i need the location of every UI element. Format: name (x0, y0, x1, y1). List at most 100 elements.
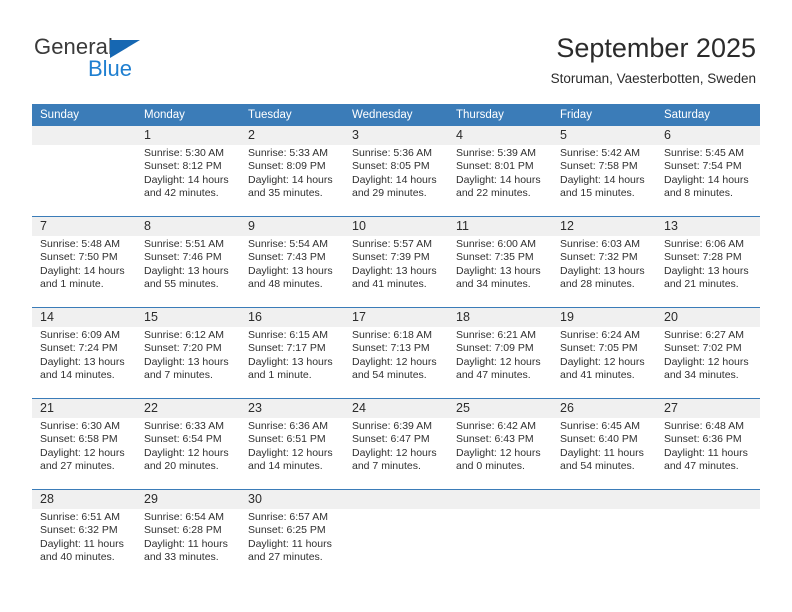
day-number[interactable]: 3 (344, 126, 448, 145)
day-cell[interactable]: Sunrise: 5:48 AM Sunset: 7:50 PM Daylight:… (32, 236, 136, 307)
day-number[interactable]: 15 (136, 308, 240, 327)
sunrise-text: Sunrise: 6:09 AM (40, 329, 120, 341)
day-number[interactable]: 29 (136, 490, 240, 509)
sunset-text: Sunset: 7:43 PM (248, 251, 326, 264)
day-number[interactable]: 5 (552, 126, 656, 145)
sunset-text: Sunset: 6:40 PM (560, 433, 638, 446)
daylight-minutes-text: and 28 minutes. (560, 278, 635, 291)
day-number[interactable]: 21 (32, 399, 136, 418)
day-cell[interactable]: Sunrise: 6:00 AM Sunset: 7:35 PM Daylight:… (448, 236, 552, 307)
day-cell[interactable]: Sunrise: 5:36 AM Sunset: 8:05 PM Daylight:… (344, 145, 448, 216)
day-number[interactable]: 25 (448, 399, 552, 418)
day-cell[interactable]: Sunrise: 5:54 AM Sunset: 7:43 PM Daylight:… (240, 236, 344, 307)
day-number[interactable]: 13 (656, 217, 760, 236)
day-number[interactable]: 6 (656, 126, 760, 145)
day-cell[interactable]: Sunrise: 6:06 AM Sunset: 7:28 PM Daylight:… (656, 236, 760, 307)
day-cell[interactable]: Sunrise: 6:54 AM Sunset: 6:28 PM Daylight:… (136, 509, 240, 580)
day-number[interactable]: 26 (552, 399, 656, 418)
day-cell[interactable]: Sunrise: 6:15 AM Sunset: 7:17 PM Daylight:… (240, 327, 344, 398)
day-cell[interactable]: Sunrise: 6:18 AM Sunset: 7:13 PM Daylight:… (344, 327, 448, 398)
sunrise-text: Sunrise: 6:18 AM (352, 329, 432, 341)
day-cell[interactable]: Sunrise: 6:09 AM Sunset: 7:24 PM Daylight:… (32, 327, 136, 398)
sunrise-text: Sunrise: 6:39 AM (352, 420, 432, 432)
day-cell[interactable]: Sunrise: 6:57 AM Sunset: 6:25 PM Daylight:… (240, 509, 344, 580)
day-cell[interactable]: Sunrise: 5:57 AM Sunset: 7:39 PM Daylight:… (344, 236, 448, 307)
daylight-hours-text: Daylight: 12 hours (248, 446, 333, 459)
day-number[interactable]: 10 (344, 217, 448, 236)
day-cell[interactable]: Sunrise: 6:03 AM Sunset: 7:32 PM Daylight:… (552, 236, 656, 307)
day-cell[interactable]: Sunrise: 6:36 AM Sunset: 6:51 PM Daylight:… (240, 418, 344, 489)
day-number[interactable]: 9 (240, 217, 344, 236)
day-number[interactable]: 11 (448, 217, 552, 236)
day-number[interactable]: 4 (448, 126, 552, 145)
day-cell[interactable]: Sunrise: 6:27 AM Sunset: 7:02 PM Daylight:… (656, 327, 760, 398)
sunset-text: Sunset: 7:46 PM (144, 251, 222, 264)
daylight-minutes-text: and 1 minute. (248, 369, 312, 382)
daylight-minutes-text: and 14 minutes. (40, 369, 115, 382)
weekday-header-row: Sunday Monday Tuesday Wednesday Thursday Frid… (32, 104, 760, 126)
day-cell[interactable]: Sunrise: 6:42 AM Sunset: 6:43 PM Daylight:… (448, 418, 552, 489)
sunset-text: Sunset: 7:35 PM (456, 251, 534, 264)
calendar-week-row: 1 2 3 4 5 6 Sunrise: 5:30 AM Sunset: 8:12 PM Day… (32, 126, 760, 216)
sunrise-text: Sunrise: 6:27 AM (664, 329, 744, 341)
day-number[interactable]: 24 (344, 399, 448, 418)
daylight-hours-text: Daylight: 12 hours (560, 355, 645, 368)
day-number[interactable]: 27 (656, 399, 760, 418)
daylight-minutes-text: and 27 minutes. (248, 551, 323, 564)
day-cell[interactable]: Sunrise: 5:33 AM Sunset: 8:09 PM Daylight:… (240, 145, 344, 216)
day-cell[interactable]: Sunrise: 6:51 AM Sunset: 6:32 PM Daylight:… (32, 509, 136, 580)
day-cell[interactable]: Sunrise: 5:39 AM Sunset: 8:01 PM Daylight:… (448, 145, 552, 216)
sunrise-text: Sunrise: 6:15 AM (248, 329, 328, 341)
daylight-minutes-text: and 34 minutes. (456, 278, 531, 291)
day-number[interactable]: 20 (656, 308, 760, 327)
page-subtitle: Storuman, Vaesterbotten, Sweden (550, 71, 756, 86)
day-cell[interactable]: Sunrise: 6:39 AM Sunset: 6:47 PM Daylight:… (344, 418, 448, 489)
day-cell-empty (552, 509, 656, 580)
day-number[interactable]: 12 (552, 217, 656, 236)
daylight-hours-text: Daylight: 13 hours (144, 355, 229, 368)
day-cell[interactable]: Sunrise: 6:33 AM Sunset: 6:54 PM Daylight:… (136, 418, 240, 489)
sunset-text: Sunset: 6:51 PM (248, 433, 326, 446)
day-number[interactable]: 7 (32, 217, 136, 236)
day-cell[interactable]: Sunrise: 6:30 AM Sunset: 6:58 PM Daylight:… (32, 418, 136, 489)
day-cell[interactable]: Sunrise: 5:45 AM Sunset: 7:54 PM Daylight:… (656, 145, 760, 216)
day-cell-empty (32, 145, 136, 216)
daylight-hours-text: Daylight: 12 hours (352, 446, 437, 459)
daylight-hours-text: Daylight: 14 hours (248, 173, 333, 186)
sunset-text: Sunset: 7:24 PM (40, 342, 118, 355)
daylight-minutes-text: and 40 minutes. (40, 551, 115, 564)
sunset-text: Sunset: 6:36 PM (664, 433, 742, 446)
general-blue-logo[interactable]: General Blue (34, 34, 164, 84)
day-cell[interactable]: Sunrise: 6:12 AM Sunset: 7:20 PM Daylight:… (136, 327, 240, 398)
daylight-minutes-text: and 47 minutes. (456, 369, 531, 382)
day-cell[interactable]: Sunrise: 6:24 AM Sunset: 7:05 PM Daylight:… (552, 327, 656, 398)
sunrise-text: Sunrise: 6:45 AM (560, 420, 640, 432)
day-number[interactable]: 1 (136, 126, 240, 145)
title-block: September 2025 Storuman, Vaesterbotten, … (551, 32, 756, 89)
week-detail-band: Sunrise: 5:30 AM Sunset: 8:12 PM Daylight:… (32, 145, 760, 216)
day-cell[interactable]: Sunrise: 6:21 AM Sunset: 7:09 PM Daylight:… (448, 327, 552, 398)
day-number[interactable]: 16 (240, 308, 344, 327)
day-number[interactable]: 8 (136, 217, 240, 236)
day-number[interactable]: 14 (32, 308, 136, 327)
day-number[interactable]: 28 (32, 490, 136, 509)
day-number[interactable]: 2 (240, 126, 344, 145)
day-number[interactable]: 22 (136, 399, 240, 418)
day-number[interactable]: 30 (240, 490, 344, 509)
day-number[interactable]: 23 (240, 399, 344, 418)
day-cell[interactable]: Sunrise: 5:30 AM Sunset: 8:12 PM Daylight:… (136, 145, 240, 216)
weekday-header-wednesday: Wednesday (352, 109, 413, 121)
sunset-text: Sunset: 7:17 PM (248, 342, 326, 355)
day-cell[interactable]: Sunrise: 6:48 AM Sunset: 6:36 PM Daylight:… (656, 418, 760, 489)
daylight-hours-text: Daylight: 12 hours (456, 355, 541, 368)
day-cell[interactable]: Sunrise: 5:42 AM Sunset: 7:58 PM Daylight:… (552, 145, 656, 216)
day-number[interactable]: 18 (448, 308, 552, 327)
day-cell[interactable]: Sunrise: 6:45 AM Sunset: 6:40 PM Daylight:… (552, 418, 656, 489)
day-cell[interactable]: Sunrise: 5:51 AM Sunset: 7:46 PM Daylight:… (136, 236, 240, 307)
day-number-empty (32, 126, 136, 145)
day-number[interactable]: 19 (552, 308, 656, 327)
day-number[interactable]: 17 (344, 308, 448, 327)
daylight-hours-text: Daylight: 11 hours (40, 537, 124, 550)
sunset-text: Sunset: 7:02 PM (664, 342, 742, 355)
daylight-hours-text: Daylight: 13 hours (560, 264, 645, 277)
